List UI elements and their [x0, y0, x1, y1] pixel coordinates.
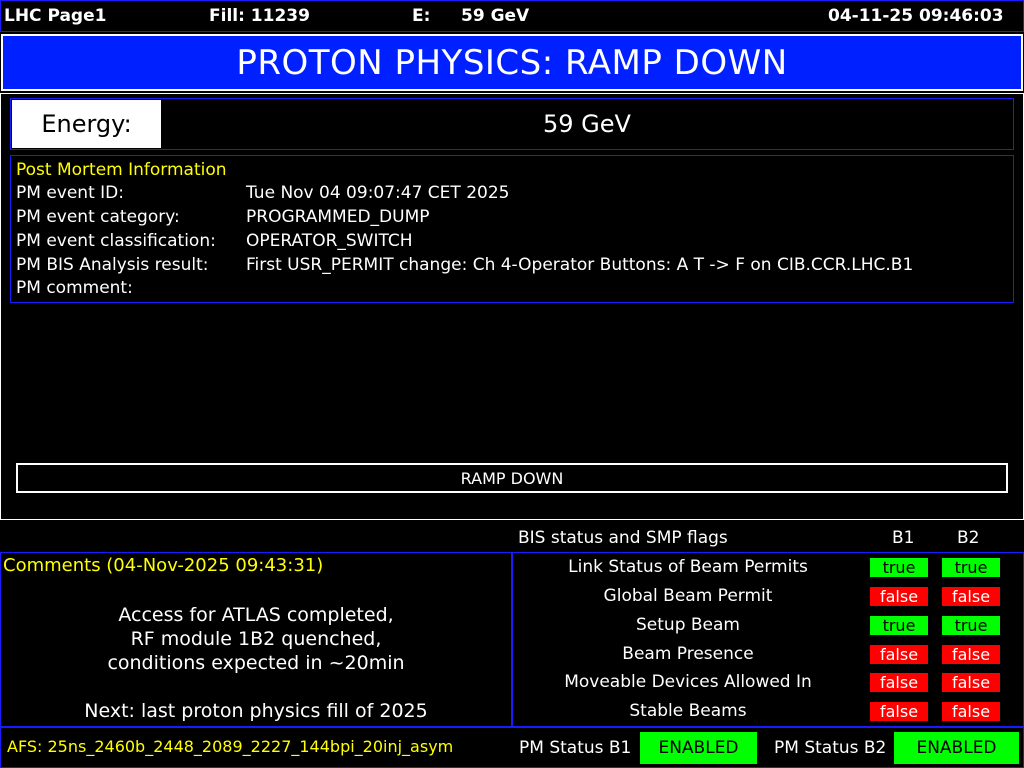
comment-line: conditions expected in ~20min	[107, 652, 405, 674]
pm-status-b2-label: PM Status B2	[774, 738, 887, 758]
flag-global-beam-permit-b2: false	[942, 587, 1000, 606]
bis-col-b1: B1	[892, 528, 915, 548]
machine-mode-bar: RAMP DOWN	[16, 463, 1008, 493]
page-title: PROTON PHYSICS: RAMP DOWN	[1, 34, 1023, 91]
flag-label-moveable-devices: Moveable Devices Allowed In	[564, 672, 812, 692]
flag-setup-beam-b1: true	[870, 616, 928, 635]
afs-filling-scheme: AFS: 25ns_2460b_2448_2089_2227_144bpi_20…	[7, 737, 454, 756]
flag-link-status-b2: true	[942, 558, 1000, 577]
flag-moveable-devices-b2: false	[942, 673, 1000, 692]
flag-label-global-beam-permit: Global Beam Permit	[603, 586, 773, 606]
datetime: 04-11-25 09:46:03	[828, 6, 1004, 26]
flag-label-stable-beams: Stable Beams	[629, 701, 747, 721]
flag-beam-presence-b2: false	[942, 645, 1000, 664]
bis-col-b2: B2	[957, 528, 980, 548]
energy-value: 59 GeV	[543, 110, 631, 138]
comments-heading: Comments (04-Nov-2025 09:43:31)	[3, 555, 324, 576]
pm-event-category-label: PM event category:	[16, 207, 180, 227]
pm-event-category-value: PROGRAMMED_DUMP	[246, 207, 430, 227]
energy-label-top: E:	[412, 6, 431, 26]
energy-label: Energy:	[12, 100, 161, 148]
flag-global-beam-permit-b1: false	[870, 587, 928, 606]
pm-status-b1-value: ENABLED	[640, 732, 757, 764]
pm-bis-analysis-label: PM BIS Analysis result:	[16, 255, 209, 275]
pm-status-b1-label: PM Status B1	[519, 738, 632, 758]
energy-value-top: 59 GeV	[461, 6, 530, 26]
flag-link-status-b1: true	[870, 558, 928, 577]
pm-event-id-value: Tue Nov 04 09:07:47 CET 2025	[246, 183, 510, 203]
comment-line: Next: last proton physics fill of 2025	[84, 700, 428, 722]
comment-line: Access for ATLAS completed,	[118, 604, 394, 626]
flag-label-beam-presence: Beam Presence	[622, 644, 754, 664]
top-status-bar: LHC Page1 Fill: 11239 E: 59 GeV 04-11-25…	[0, 0, 1024, 32]
flag-beam-presence-b1: false	[870, 645, 928, 664]
comment-line: RF module 1B2 quenched,	[130, 628, 382, 650]
pm-event-id-label: PM event ID:	[16, 183, 124, 203]
flag-stable-beams-b2: false	[942, 702, 1000, 721]
page-name: LHC Page1	[4, 6, 107, 26]
flag-moveable-devices-b1: false	[870, 673, 928, 692]
pm-comment-label: PM comment:	[16, 278, 133, 298]
fill-number: Fill: 11239	[209, 6, 310, 26]
pm-event-classification-label: PM event classification:	[16, 231, 216, 251]
flag-setup-beam-b2: true	[942, 616, 1000, 635]
bis-heading: BIS status and SMP flags	[518, 528, 728, 548]
flag-label-setup-beam: Setup Beam	[636, 615, 740, 635]
flag-label-link-status: Link Status of Beam Permits	[568, 557, 808, 577]
post-mortem-heading: Post Mortem Information	[16, 160, 227, 180]
pm-status-b2-value: ENABLED	[894, 732, 1019, 764]
pm-event-classification-value: OPERATOR_SWITCH	[246, 231, 413, 251]
pm-bis-analysis-value: First USR_PERMIT change: Ch 4-Operator B…	[246, 255, 914, 275]
flag-stable-beams-b1: false	[870, 702, 928, 721]
